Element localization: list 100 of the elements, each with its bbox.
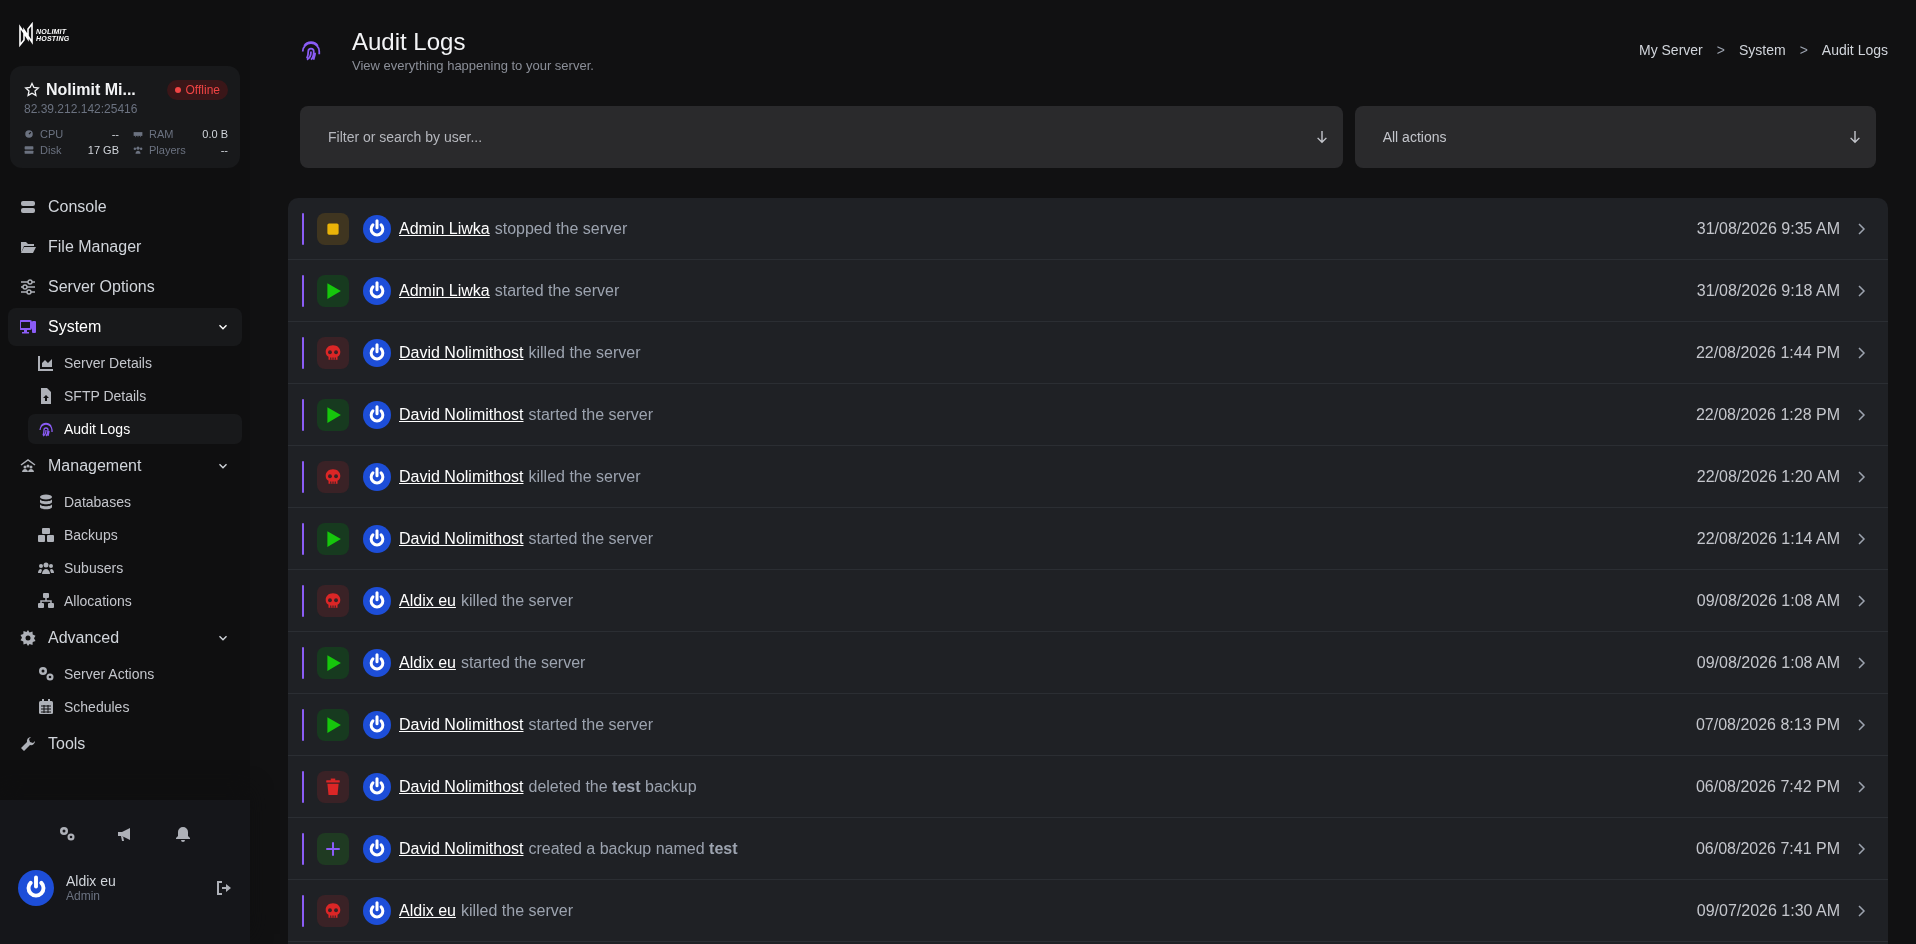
chevron-right-icon <box>1856 531 1868 546</box>
timestamp: 22/08/2026 1:20 AM <box>1696 467 1840 486</box>
logout-icon[interactable] <box>216 880 232 896</box>
log-row[interactable]: David Nolimithost created a backup named test 06/08/2026 7:41 PM <box>288 818 1888 880</box>
bell-icon[interactable] <box>175 826 191 842</box>
action-text: started the server <box>528 715 653 733</box>
nav-item[interactable]: Server Options <box>8 268 242 306</box>
log-row[interactable]: David Nolimithost killed the server 22/08/2026 1:44 PM <box>288 322 1888 384</box>
action-text: killed the server <box>460 901 573 919</box>
avatar-icon <box>363 524 391 553</box>
avatar-icon <box>363 896 391 925</box>
action-text: started the server <box>528 529 653 547</box>
timestamp: 09/08/2026 1:08 AM <box>1696 591 1840 610</box>
user-link[interactable]: David Nolimithost <box>399 467 524 485</box>
chart-icon <box>38 355 54 371</box>
nav-subitem[interactable]: Backups <box>28 520 242 550</box>
timestamp: 06/08/2026 7:41 PM <box>1695 839 1840 858</box>
nav-subitem[interactable]: Schedules <box>28 692 242 722</box>
nav-item[interactable]: Management <box>8 447 242 485</box>
user-link[interactable]: Admin Liwka <box>399 281 490 299</box>
log-row[interactable]: Admin Liwka stopped the server 31/08/2026 9:35 AM <box>288 198 1888 260</box>
user-link[interactable]: David Nolimithost <box>399 343 524 361</box>
user-link[interactable]: Aldix eu <box>399 653 456 671</box>
timestamp: 09/08/2026 1:08 AM <box>1696 653 1840 672</box>
nav-item[interactable]: Console <box>8 188 242 226</box>
user-link[interactable]: David Nolimithost <box>399 715 524 733</box>
nav-subitem[interactable]: Databases <box>28 487 242 517</box>
wrench-icon <box>20 736 36 752</box>
log-row[interactable]: Aldix eu killed the server 09/08/2026 1:08 AM <box>288 570 1888 632</box>
nav-subitem[interactable]: Subusers <box>28 553 242 583</box>
fingerprint-icon <box>38 421 54 437</box>
log-row[interactable]: Aldix eu started the server 09/08/2026 1:08 AM <box>288 632 1888 694</box>
stat-value: 0.0 B <box>202 128 228 140</box>
people-icon <box>20 458 36 474</box>
action-text: started the server <box>494 281 620 299</box>
stat-label: Players <box>149 144 187 156</box>
chevron-right-icon <box>1856 407 1868 422</box>
user-link[interactable]: David Nolimithost <box>399 839 524 857</box>
search-field[interactable]: Filter or search by user... <box>300 106 1343 168</box>
nav-item[interactable]: File Manager <box>8 228 242 266</box>
user-link[interactable]: David Nolimithost <box>399 777 524 795</box>
avatar-icon <box>363 772 391 801</box>
chevron-right-icon <box>1856 655 1868 670</box>
avatar-icon <box>363 338 391 367</box>
network-icon <box>38 593 54 609</box>
gauge-icon <box>24 129 34 139</box>
log-row[interactable]: David Nolimithost killed the server 22/08/2026 1:20 AM <box>288 446 1888 508</box>
chevron-right-icon <box>1856 717 1868 732</box>
avatar-icon <box>18 870 54 906</box>
timestamp: 22/08/2026 1:28 PM <box>1695 405 1840 424</box>
user-link[interactable]: Aldix eu <box>399 901 456 919</box>
breadcrumb-separator: > <box>1716 42 1725 58</box>
user-link[interactable]: David Nolimithost <box>399 405 524 423</box>
log-row[interactable]: David Nolimithost deleted the test backup 06/08/2026 7:42 PM <box>288 756 1888 818</box>
star-icon[interactable] <box>24 82 40 98</box>
avatar-icon <box>363 648 391 677</box>
gears-icon[interactable] <box>59 826 75 842</box>
user-link[interactable]: Aldix eu <box>399 591 456 609</box>
logo-icon <box>18 22 34 48</box>
breadcrumb-current: Audit Logs <box>1821 42 1888 58</box>
gears-icon <box>38 666 54 682</box>
nav-item[interactable]: System <box>8 308 242 346</box>
action-text: deleted the test backup <box>528 777 697 795</box>
megaphone-icon[interactable] <box>117 826 133 842</box>
monitor-icon <box>20 319 36 335</box>
breadcrumb-link[interactable]: My Server <box>1638 42 1703 58</box>
page-title: Audit Logs <box>352 27 467 56</box>
log-row[interactable]: Admin Liwka started the server 31/08/2026 9:18 AM <box>288 260 1888 322</box>
stat-label: Disk <box>40 144 63 156</box>
user-role: Admin <box>66 889 101 903</box>
action-text: killed the server <box>528 343 641 361</box>
stat-value: -- <box>220 144 228 156</box>
avatar-icon <box>363 276 391 305</box>
settings-icon <box>20 630 36 646</box>
stat-value: 17 GB <box>87 144 119 156</box>
avatar-icon <box>363 710 391 739</box>
breadcrumb-link[interactable]: System <box>1738 42 1786 58</box>
nav-item[interactable]: Tools <box>8 725 242 763</box>
nav-subitem[interactable]: Server Actions <box>28 659 242 689</box>
nav-subitem[interactable]: SFTP Details <box>28 381 242 411</box>
timestamp: 22/08/2026 1:14 AM <box>1696 529 1840 548</box>
calendar-icon <box>38 699 54 715</box>
log-row[interactable]: Aldix eu killed the server 09/07/2026 1:30 AM <box>288 880 1888 942</box>
log-row[interactable]: David Nolimithost started the server 07/08/2026 8:13 PM <box>288 694 1888 756</box>
server-icon <box>20 199 36 215</box>
nav-item[interactable]: Advanced <box>8 619 242 657</box>
avatar-icon <box>363 586 391 615</box>
log-row[interactable]: David Nolimithost started the server 22/08/2026 1:28 PM <box>288 384 1888 446</box>
nav-subitem[interactable]: Server Details <box>28 348 242 378</box>
chevron-right-icon <box>1856 221 1868 236</box>
user-link[interactable]: David Nolimithost <box>399 529 524 547</box>
stat-label: CPU <box>40 128 65 140</box>
action-dropdown[interactable]: All actions <box>1354 106 1876 168</box>
log-row[interactable]: David Nolimithost started the server 22/08/2026 1:14 AM <box>288 508 1888 570</box>
user-link[interactable]: Admin Liwka <box>399 219 490 237</box>
timestamp: 06/08/2026 7:42 PM <box>1695 777 1840 796</box>
avatar-icon <box>363 400 391 429</box>
nav-subitem[interactable]: Audit Logs <box>28 414 242 444</box>
nav-subitem[interactable]: Allocations <box>28 586 242 616</box>
timestamp: 22/08/2026 1:44 PM <box>1695 343 1840 362</box>
